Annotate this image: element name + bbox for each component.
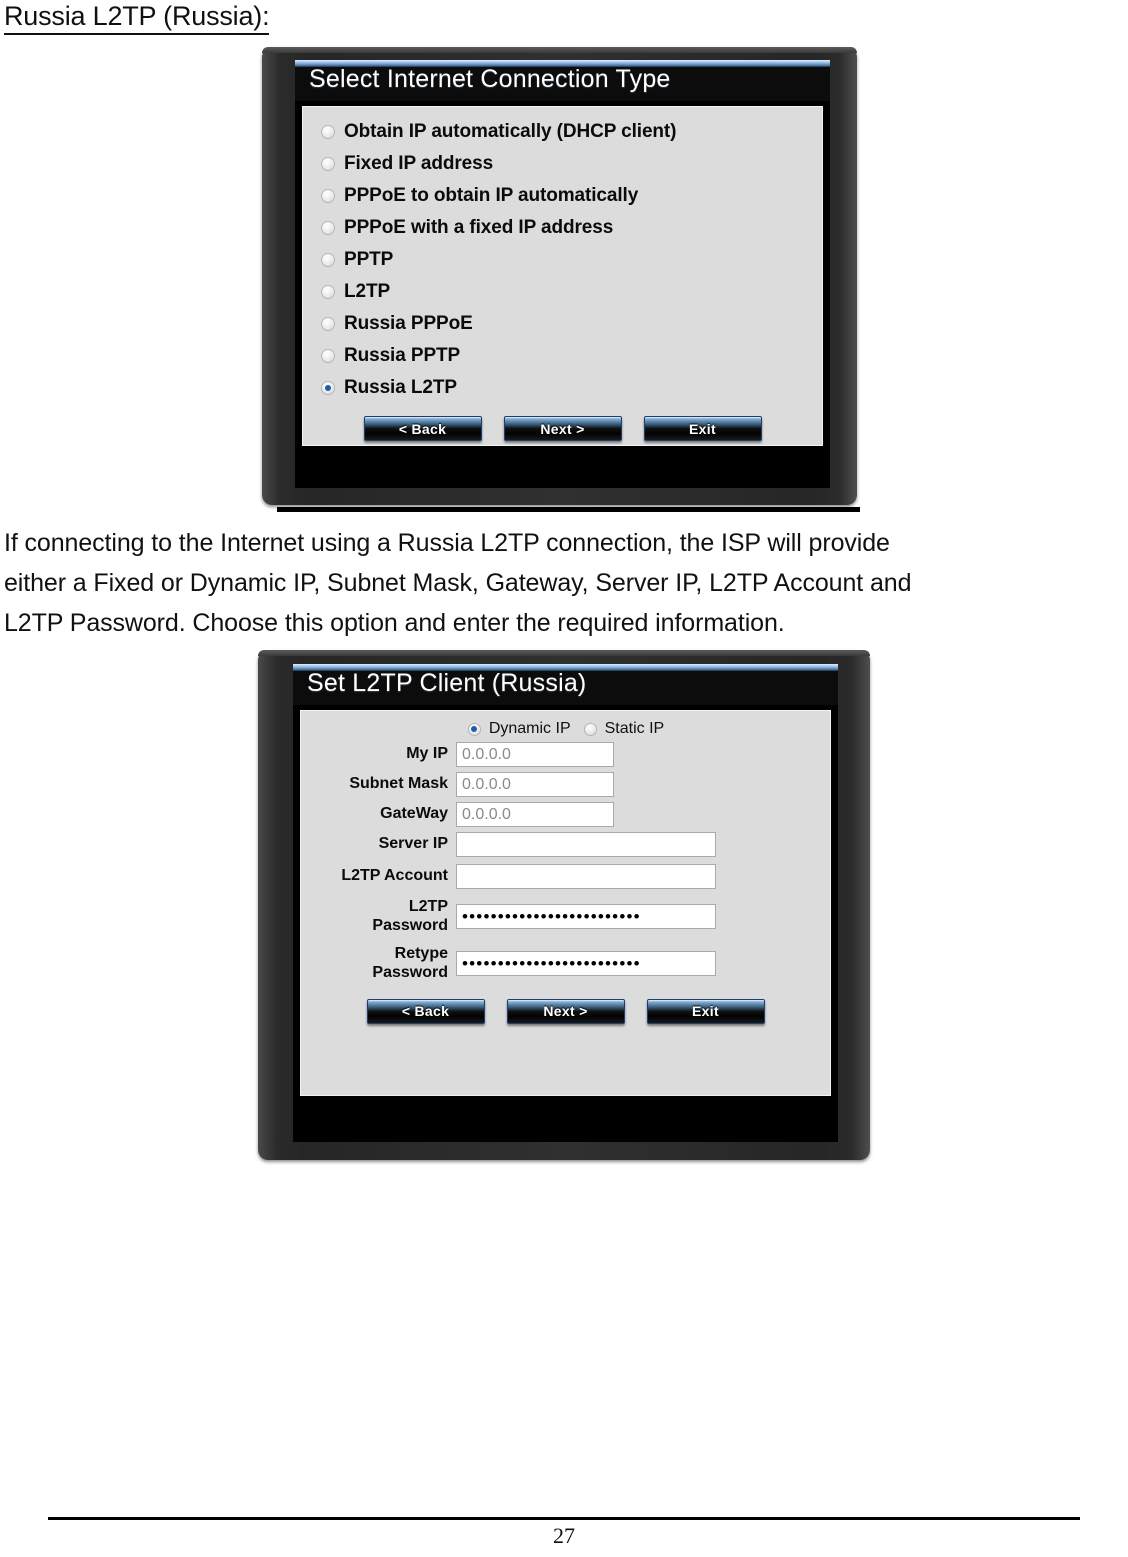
server-ip-label: Server IP	[378, 835, 448, 853]
dialog-set-l2tp-client: Set L2TP Client (Russia) Dynamic IP Stat…	[258, 650, 870, 1160]
l2tp-password-input[interactable]: •••••••••••••••••••••••••	[456, 904, 716, 930]
radio-icon[interactable]	[321, 285, 335, 299]
dialog1-title-bar: Select Internet Connection Type	[295, 60, 830, 101]
radio-label: L2TP	[344, 281, 391, 302]
next-button[interactable]: Next >	[506, 998, 625, 1024]
form-row-my-ip: My IP 0.0.0.0	[301, 742, 830, 767]
body-paragraph: If connecting to the Internet using a Ru…	[4, 523, 1124, 643]
ip-mode-radio-group: Dynamic IP Static IP	[301, 711, 830, 738]
radio-option-fixed-ip[interactable]: Fixed IP address	[321, 148, 822, 180]
form-row-l2tp-password: L2TP Password •••••••••••••••••••••••••	[301, 898, 830, 936]
dialog1-inner-frame: Select Internet Connection Type Obtain I…	[295, 60, 830, 488]
radio-icon[interactable]	[321, 253, 335, 267]
radio-icon[interactable]	[321, 125, 335, 139]
radio-option-pppoe-auto[interactable]: PPPoE to obtain IP automatically	[321, 180, 822, 212]
my-ip-label: My IP	[406, 745, 448, 763]
radio-option-dynamic-ip[interactable]: Dynamic IP	[467, 720, 571, 738]
radio-option-russia-l2tp[interactable]: Russia L2TP	[321, 372, 822, 404]
radio-label: PPPoE to obtain IP automatically	[344, 185, 639, 206]
form-row-retype-password: Retype Password ••••••••••••••••••••••••…	[301, 945, 830, 983]
radio-option-l2tp[interactable]: L2TP	[321, 276, 822, 308]
exit-button[interactable]: Exit	[646, 998, 765, 1024]
l2tp-form: My IP 0.0.0.0 Subnet Mask 0.0.0.0 GateWa…	[301, 738, 830, 983]
dialog1-button-row: < Back Next > Exit	[303, 416, 822, 441]
dialog2-button-row: < Back Next > Exit	[301, 998, 830, 1024]
radio-label: Russia PPTP	[344, 345, 461, 366]
radio-label: Fixed IP address	[344, 153, 494, 174]
radio-option-static-ip[interactable]: Static IP	[583, 720, 665, 738]
subnet-mask-input[interactable]: 0.0.0.0	[456, 772, 614, 797]
l2tp-password-label: L2TP Password	[372, 898, 448, 934]
page-number: 27	[553, 1523, 575, 1548]
gateway-input[interactable]: 0.0.0.0	[456, 802, 614, 827]
dialog2-inner-frame: Set L2TP Client (Russia) Dynamic IP Stat…	[293, 664, 838, 1142]
radio-option-pppoe-fixed[interactable]: PPPoE with a fixed IP address	[321, 212, 822, 244]
form-row-subnet-mask: Subnet Mask 0.0.0.0	[301, 772, 830, 797]
dialog2-title-text: Set L2TP Client (Russia)	[307, 669, 587, 697]
dialog1-title-text: Select Internet Connection Type	[309, 65, 671, 93]
dialog1-underline	[277, 507, 860, 512]
back-button[interactable]: < Back	[366, 998, 485, 1024]
retype-password-input[interactable]: •••••••••••••••••••••••••	[456, 951, 716, 977]
radio-label: Russia PPPoE	[344, 313, 473, 334]
radio-label: Static IP	[604, 720, 665, 737]
dialog2-body: Dynamic IP Static IP My IP 0.0.0.0 Subne…	[300, 710, 831, 1096]
radio-label: Dynamic IP	[488, 720, 571, 737]
dialog2-title-bar: Set L2TP Client (Russia)	[293, 664, 838, 705]
form-row-server-ip: Server IP	[301, 832, 830, 857]
radio-icon[interactable]	[321, 157, 335, 171]
back-button[interactable]: < Back	[363, 416, 482, 441]
l2tp-account-label: L2TP Account	[341, 867, 448, 885]
radio-icon[interactable]	[583, 722, 597, 736]
paragraph-line-2: either a Fixed or Dynamic IP, Subnet Mas…	[4, 569, 912, 597]
exit-button[interactable]: Exit	[643, 416, 762, 441]
radio-icon[interactable]	[321, 317, 335, 331]
radio-option-russia-pppoe[interactable]: Russia PPPoE	[321, 308, 822, 340]
radio-label: Obtain IP automatically (DHCP client)	[344, 121, 677, 142]
radio-option-dhcp[interactable]: Obtain IP automatically (DHCP client)	[321, 116, 822, 148]
form-row-gateway: GateWay 0.0.0.0	[301, 802, 830, 827]
radio-option-russia-pptp[interactable]: Russia PPTP	[321, 340, 822, 372]
my-ip-input[interactable]: 0.0.0.0	[456, 742, 614, 767]
footer-divider	[48, 1517, 1080, 1520]
gateway-label: GateWay	[380, 805, 448, 823]
paragraph-line-3: L2TP Password. Choose this option and en…	[4, 609, 785, 637]
form-row-l2tp-account: L2TP Account	[301, 864, 830, 889]
paragraph-line-1: If connecting to the Internet using a Ru…	[4, 529, 890, 557]
radio-option-pptp[interactable]: PPTP	[321, 244, 822, 276]
page-title: Russia L2TP (Russia):	[4, 1, 270, 35]
radio-icon-selected[interactable]	[467, 722, 481, 736]
dialog-select-connection-type: Select Internet Connection Type Obtain I…	[262, 47, 857, 505]
radio-icon[interactable]	[321, 221, 335, 235]
radio-label: PPPoE with a fixed IP address	[344, 217, 614, 238]
radio-icon-selected[interactable]	[321, 381, 335, 395]
radio-label: PPTP	[344, 249, 394, 270]
retype-password-label: Retype Password	[372, 944, 448, 981]
radio-icon[interactable]	[321, 349, 335, 363]
subnet-mask-label: Subnet Mask	[349, 775, 448, 793]
radio-label: Russia L2TP	[344, 377, 457, 398]
radio-icon[interactable]	[321, 189, 335, 203]
next-button[interactable]: Next >	[503, 416, 622, 441]
dialog1-body: Obtain IP automatically (DHCP client) Fi…	[302, 106, 823, 446]
server-ip-input[interactable]	[456, 832, 716, 857]
l2tp-account-input[interactable]	[456, 864, 716, 889]
connection-type-radio-group: Obtain IP automatically (DHCP client) Fi…	[303, 107, 822, 404]
